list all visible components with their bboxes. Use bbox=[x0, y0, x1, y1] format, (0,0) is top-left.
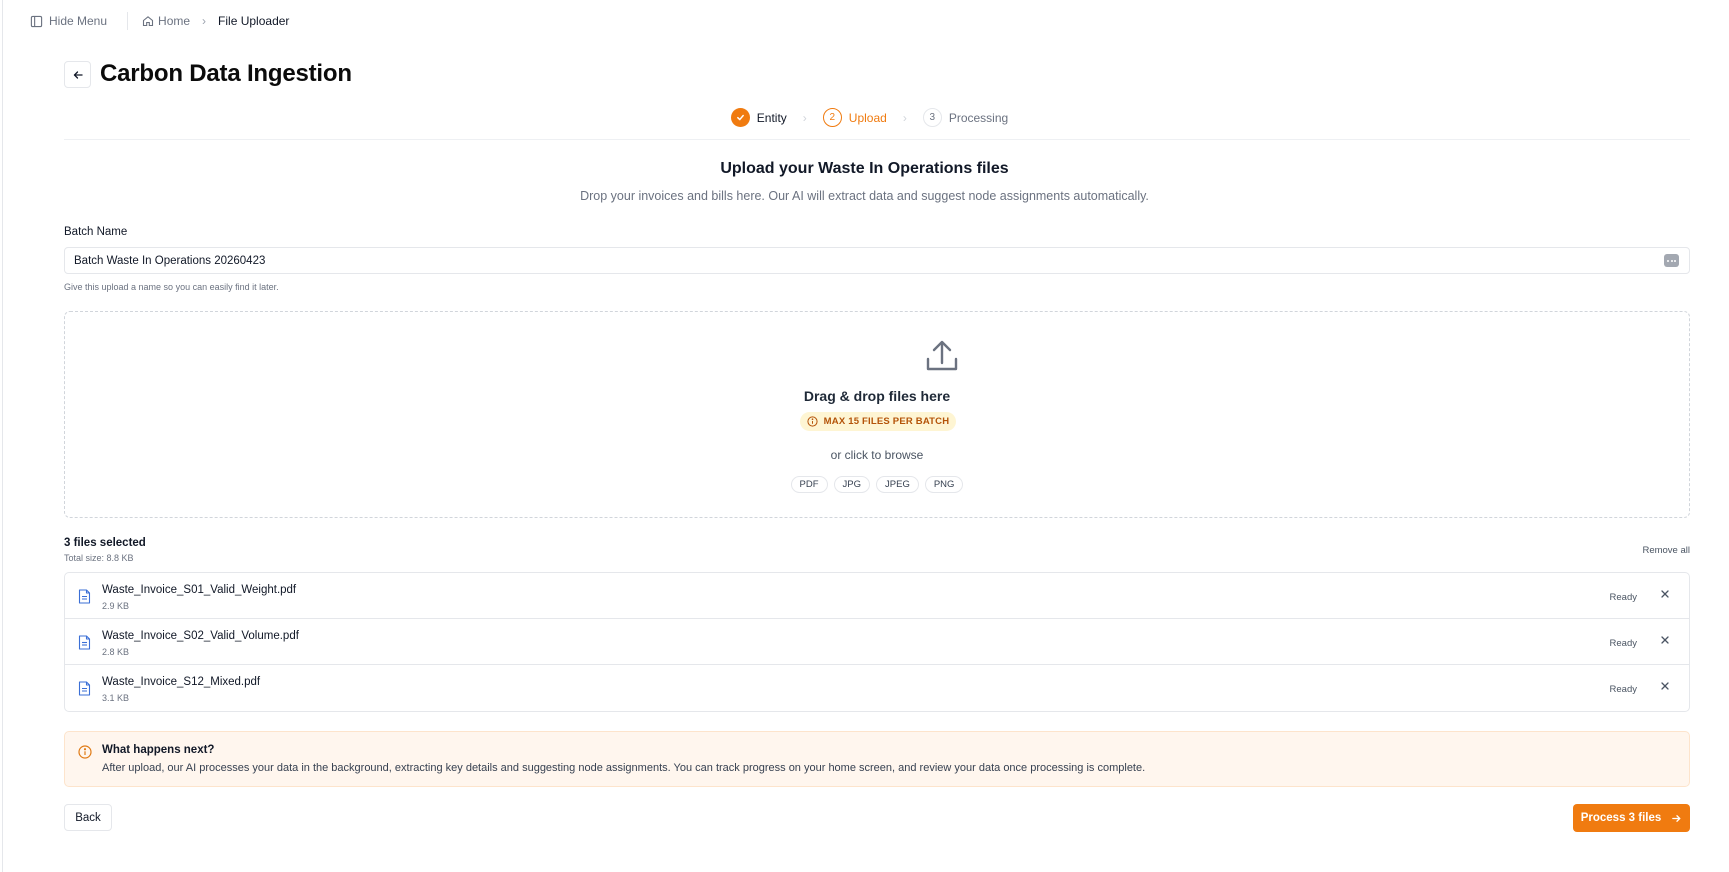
file-name: Waste_Invoice_S01_Valid_Weight.pdf bbox=[102, 584, 297, 596]
page-title: Carbon Data Ingestion bbox=[100, 60, 352, 87]
file-size: 3.1 KB bbox=[102, 693, 130, 703]
file-status: Ready bbox=[1609, 684, 1637, 695]
chevron-right-icon: › bbox=[802, 110, 807, 125]
batch-name-label: Batch Name bbox=[64, 226, 128, 238]
close-icon[interactable] bbox=[1659, 680, 1671, 692]
step-number: 3 bbox=[922, 108, 942, 127]
what-happens-next-notice: What happens next? After upload, our AI … bbox=[64, 731, 1690, 787]
step-label: Entity bbox=[756, 110, 787, 125]
hide-menu-label: Hide Menu bbox=[49, 14, 108, 28]
step-entity[interactable]: Entity bbox=[730, 108, 787, 127]
sidebar-toggle-icon bbox=[30, 15, 43, 27]
file-size: 2.9 KB bbox=[102, 601, 130, 611]
file-type-jpeg: JPEG bbox=[876, 476, 919, 493]
file-name: Waste_Invoice_S02_Valid_Volume.pdf bbox=[102, 630, 299, 642]
notice-title: What happens next? bbox=[102, 744, 215, 756]
step-processing: 3 Processing bbox=[922, 108, 1009, 127]
file-row: Waste_Invoice_S02_Valid_Volume.pdf 2.8 K… bbox=[65, 619, 1689, 665]
arrow-right-icon bbox=[1672, 814, 1681, 822]
breadcrumb-current: File Uploader bbox=[218, 14, 290, 28]
upload-icon bbox=[926, 340, 958, 371]
close-icon[interactable] bbox=[1659, 634, 1671, 646]
info-icon bbox=[78, 745, 92, 759]
chevron-right-icon: › bbox=[202, 14, 207, 28]
file-dropzone[interactable]: Drag & drop files here MAX 15 FILES PER … bbox=[64, 311, 1690, 518]
check-icon bbox=[736, 114, 744, 121]
more-options-icon[interactable] bbox=[1664, 254, 1679, 267]
remove-all-button[interactable]: Remove all bbox=[1642, 545, 1690, 556]
file-row: Waste_Invoice_S12_Mixed.pdf 3.1 KB Ready bbox=[65, 665, 1689, 711]
document-icon bbox=[78, 681, 91, 696]
max-files-badge: MAX 15 FILES PER BATCH bbox=[800, 412, 956, 431]
step-label: Processing bbox=[948, 110, 1009, 125]
breadcrumb-home-label: Home bbox=[158, 14, 191, 28]
home-icon bbox=[142, 16, 154, 27]
file-type-jpg: JPG bbox=[833, 476, 871, 493]
arrow-left-icon bbox=[73, 70, 83, 79]
step-number: 2 bbox=[822, 108, 842, 127]
close-icon[interactable] bbox=[1659, 588, 1671, 600]
file-status: Ready bbox=[1609, 592, 1637, 603]
notice-body: After upload, our AI processes your data… bbox=[102, 762, 1146, 774]
back-button[interactable]: Back bbox=[64, 804, 112, 831]
dropzone-title: Drag & drop files here bbox=[803, 388, 951, 404]
chevron-right-icon: › bbox=[902, 110, 907, 125]
step-label: Upload bbox=[848, 110, 887, 125]
file-list: Waste_Invoice_S01_Valid_Weight.pdf 2.9 K… bbox=[64, 572, 1690, 712]
step-complete-circle bbox=[730, 108, 750, 127]
browse-text: or click to browse bbox=[830, 448, 924, 462]
breadcrumb: Home › File Uploader bbox=[142, 14, 289, 28]
file-size: 2.8 KB bbox=[102, 647, 130, 657]
batch-name-help: Give this upload a name so you can easil… bbox=[64, 282, 279, 292]
max-files-text: MAX 15 FILES PER BATCH bbox=[823, 416, 950, 427]
process-files-button[interactable]: Process 3 files bbox=[1573, 804, 1690, 832]
file-type-pdf: PDF bbox=[790, 476, 828, 493]
process-files-label: Process 3 files bbox=[1580, 812, 1662, 824]
file-status: Ready bbox=[1609, 638, 1637, 649]
upload-subtitle: Drop your invoices and bills here. Our A… bbox=[580, 189, 1149, 203]
file-types: PDF JPG JPEG PNG bbox=[65, 476, 1689, 493]
breadcrumb-home[interactable]: Home bbox=[142, 14, 190, 28]
left-divider bbox=[2, 0, 3, 872]
batch-name-field bbox=[64, 247, 1690, 274]
document-icon bbox=[78, 635, 91, 650]
info-icon bbox=[807, 416, 818, 427]
topbar-divider bbox=[127, 12, 129, 30]
upload-title: Upload your Waste In Operations files bbox=[720, 160, 1009, 177]
batch-name-input[interactable] bbox=[65, 248, 1689, 273]
step-upload[interactable]: 2 Upload bbox=[822, 108, 887, 127]
hide-menu-button[interactable]: Hide Menu bbox=[30, 14, 107, 28]
stepper: Entity › 2 Upload › 3 Processing bbox=[0, 108, 1729, 127]
file-name: Waste_Invoice_S12_Mixed.pdf bbox=[102, 676, 261, 688]
files-selected-count: 3 files selected bbox=[64, 537, 146, 549]
header-back-button[interactable] bbox=[64, 61, 91, 88]
files-total-size: Total size: 8.8 KB bbox=[64, 553, 134, 563]
document-icon bbox=[78, 589, 91, 604]
file-row: Waste_Invoice_S01_Valid_Weight.pdf 2.9 K… bbox=[65, 573, 1689, 619]
stepper-divider bbox=[64, 139, 1690, 140]
top-bar: Hide Menu Home › File Uploader bbox=[30, 12, 289, 30]
file-type-png: PNG bbox=[924, 476, 964, 493]
